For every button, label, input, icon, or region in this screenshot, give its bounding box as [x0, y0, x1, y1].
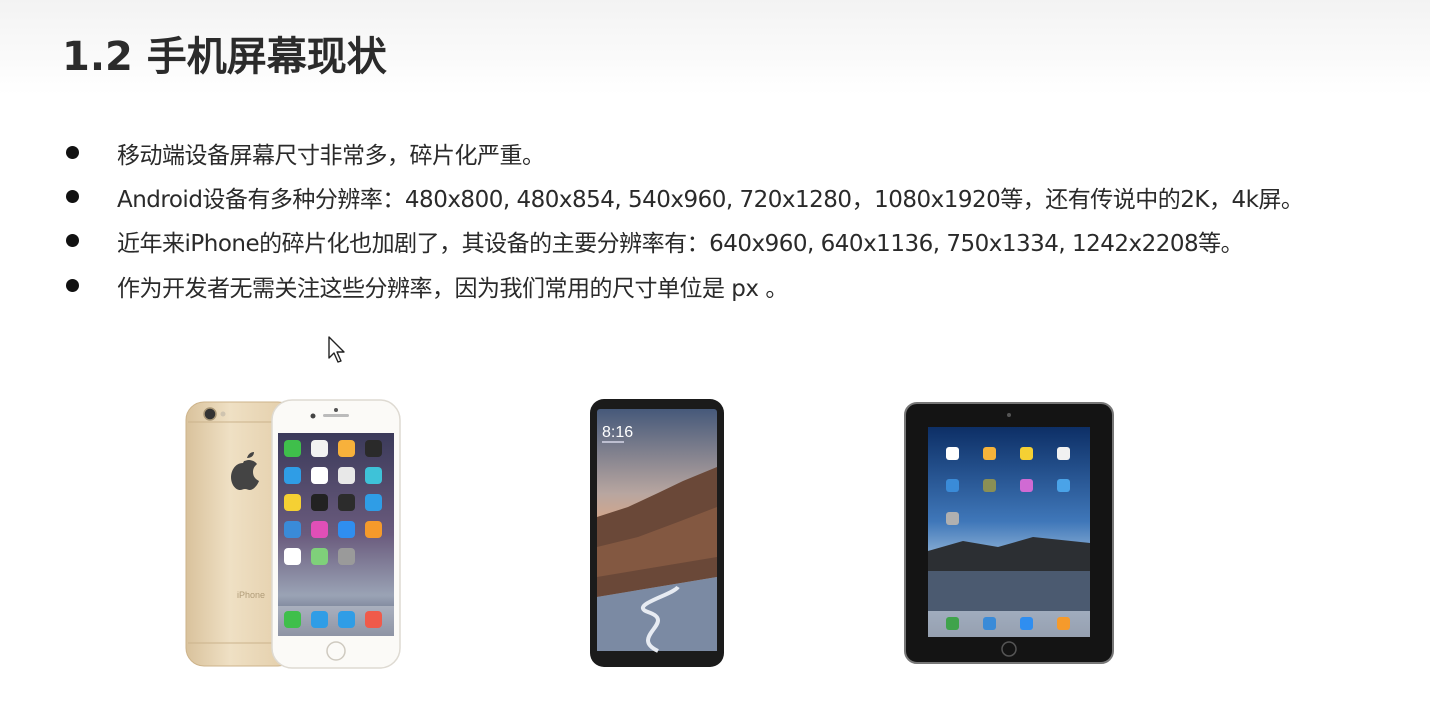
bullet-text: Android设备有多种分辨率：480x800, 480x854, 540x96… [117, 187, 1304, 213]
bullet-dot-icon [66, 279, 79, 292]
bullet-dot-icon [66, 234, 79, 247]
slide-title: 1.2 手机屏幕现状 [62, 34, 387, 80]
iphone-image: iPhone [185, 399, 401, 669]
bullet-text: 移动端设备屏幕尺寸非常多，碎片化严重。 [117, 143, 545, 169]
android-phone-image: 8:16 [590, 399, 724, 667]
bullet-item: Android设备有多种分辨率：480x800, 480x854, 540x96… [0, 178, 1430, 214]
bullet-text: 作为开发者无需关注这些分辨率，因为我们常用的尺寸单位是 px 。 [117, 276, 788, 302]
mouse-cursor-icon [328, 336, 345, 363]
android-clock-text: 8:16 [602, 424, 633, 441]
ipad-image [904, 402, 1114, 664]
bullet-dot-icon [66, 146, 79, 159]
bullet-text: 近年来iPhone的碎片化也加剧了，其设备的主要分辨率有：640x960, 64… [117, 231, 1244, 257]
bullet-item: 移动端设备屏幕尺寸非常多，碎片化严重。 [0, 134, 1430, 170]
bullet-dot-icon [66, 190, 79, 203]
bullet-item: 作为开发者无需关注这些分辨率，因为我们常用的尺寸单位是 px 。 [0, 267, 1430, 303]
bullet-item: 近年来iPhone的碎片化也加剧了，其设备的主要分辨率有：640x960, 64… [0, 222, 1430, 258]
iphone-back-label: iPhone [237, 590, 265, 600]
